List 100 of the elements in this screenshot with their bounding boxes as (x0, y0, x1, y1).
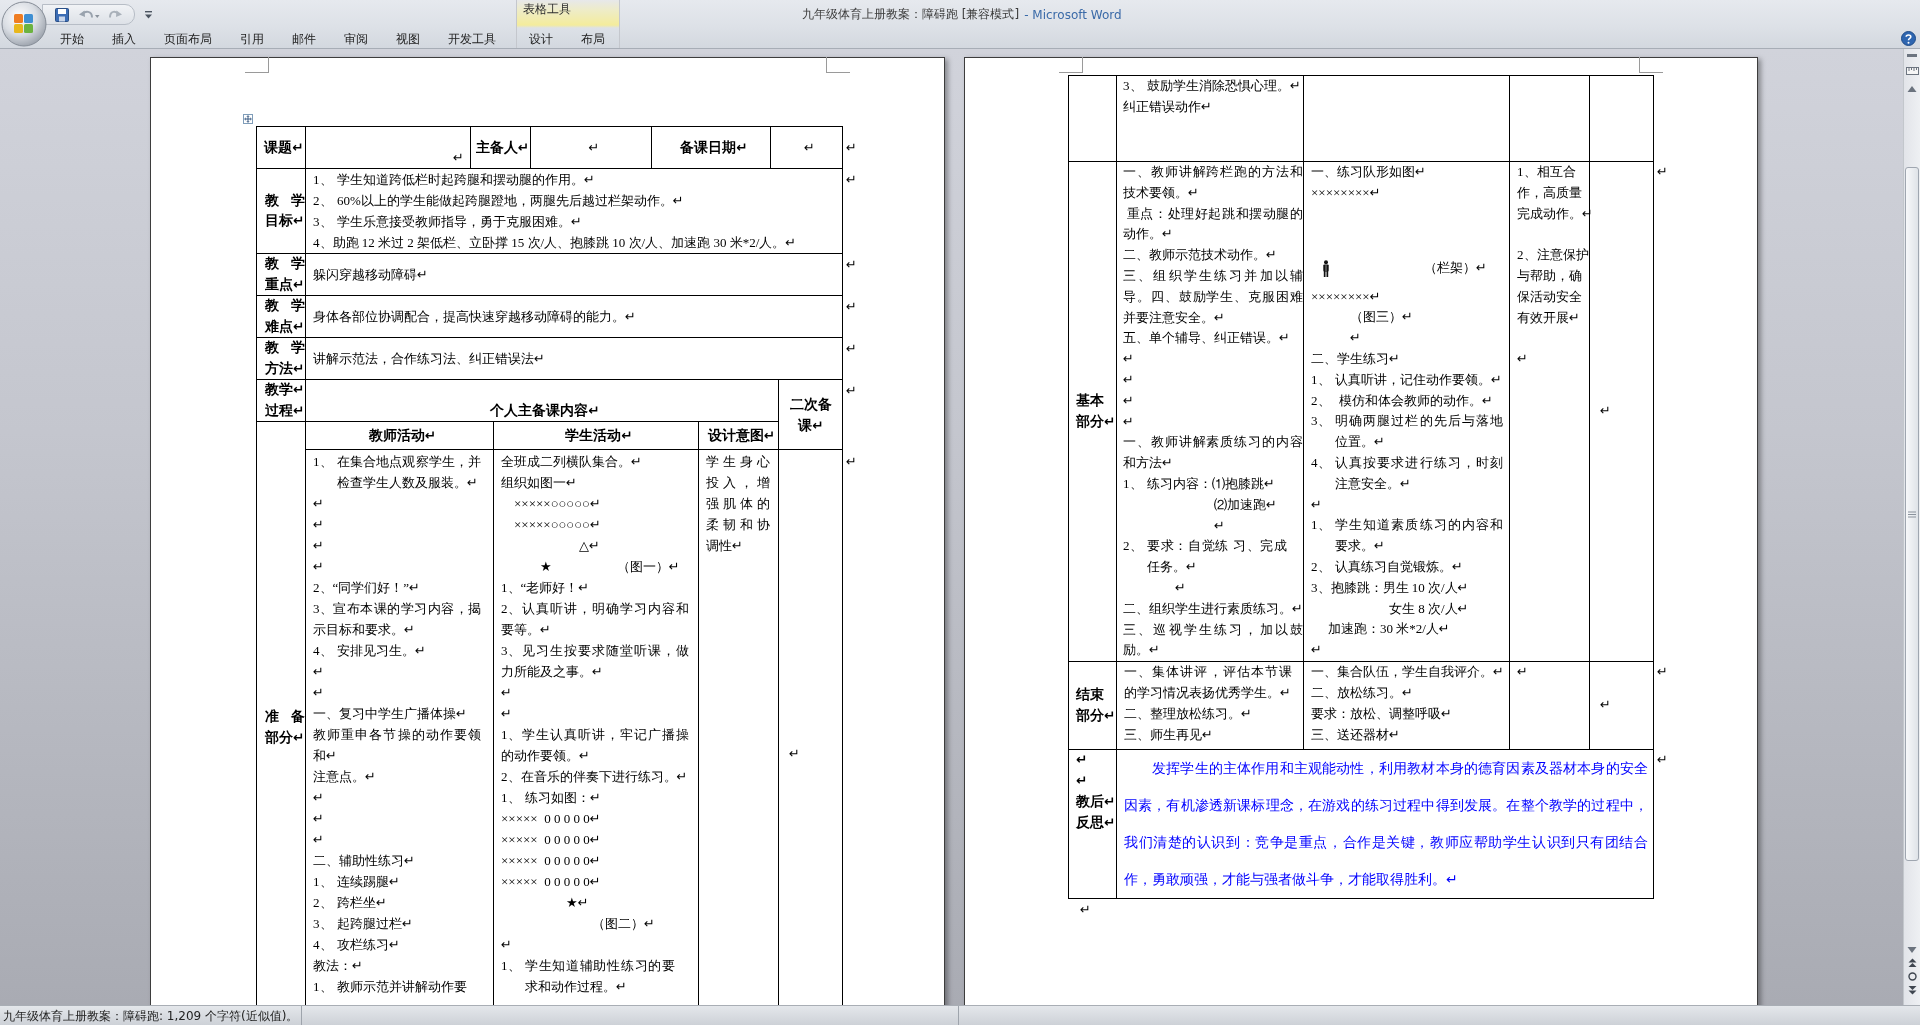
column-header: 设计意图↵ (707, 427, 776, 445)
cell-text: 发挥学生的主体作用和主观能动性，利用教材本身的德育因素及器材本身的安全因素，有机渗透新课标理念，在游戏的练习过程中得到发展。在整个教学的过程中，我们清楚的认识到：竞争是重点，合作是关键，教师应帮助学生认识到只有团结合作，勇敢顽强，才能与强者做斗争，才能取得胜利。↵ (1124, 760, 1648, 890)
corner-mark-icon (245, 57, 269, 73)
field-value: ↵ (588, 139, 600, 157)
column-header: 学生活动↵ (565, 427, 633, 445)
cell-text: ★ （图一）↵ (539, 558, 680, 576)
save-icon[interactable] (55, 7, 69, 22)
ribbon-tab[interactable]: 开发工具 (436, 29, 508, 48)
cell-text: ↵ (1123, 412, 1134, 431)
cell-text: ↵ (313, 537, 324, 555)
cell-text: 一、教师讲解素质练习的内容和方法↵ (1123, 433, 1303, 473)
next-page-icon[interactable] (1907, 985, 1917, 995)
cell-text: ↵ (789, 745, 800, 763)
dropdown-caret-icon[interactable] (144, 9, 153, 20)
cell-text: 1、 在集合地点观察学生，并检查学生人数及服装。↵ (313, 453, 481, 492)
column-header: 二次备课↵ (789, 395, 833, 435)
cell-text: 3、宣布本课的学习内容，揭示目标和要求。↵ (313, 600, 481, 639)
help-icon[interactable] (1900, 31, 1916, 46)
cell-text: ↵ (1517, 350, 1528, 369)
ruler-icon[interactable] (1905, 65, 1919, 77)
corner-mark-icon (1059, 57, 1083, 73)
cell-text: 学生身心投入，增强肌体的柔韧和协调性↵ (706, 453, 770, 555)
cell-text: 1、 学生知道辅助性练习的要求和动作过程。↵ (501, 957, 675, 996)
section-title: 个人主备课内容↵ (490, 402, 600, 420)
cell-text: 二、整理放松练习。↵ (1124, 704, 1252, 723)
field-label: 主备人↵ (475, 139, 530, 157)
cell-text: ××××× 0 0 0 0 0↵ (501, 873, 601, 891)
cell-text: △↵ (578, 537, 600, 555)
paragraph-mark: ↵ (1080, 901, 1091, 920)
row-label: 结束部分↵ (1076, 685, 1116, 725)
cell-text: ↵ (501, 684, 512, 702)
figure-caption: （栏架）↵ (1424, 258, 1487, 277)
row-label: 反思↵ (1076, 813, 1116, 832)
ribbon-tab[interactable]: 视图 (384, 29, 432, 48)
cell-text: 教师重申各节操的动作要领和↵ (313, 726, 481, 765)
cell-text: 2、 模仿和体会教师的动作。↵ (1311, 391, 1493, 410)
row-end-mark: ↵ (846, 170, 857, 189)
office-logo-icon[interactable] (1, 1, 47, 47)
cell-text: ↵ (1517, 663, 1528, 682)
cell-text: ↵ (1349, 329, 1361, 348)
cell-text: 1、“老师好！↵ (501, 579, 590, 597)
cell-text: ××××× 0 0 0 0 0↵ (501, 831, 601, 849)
contextual-group-title: 表格工具 (523, 2, 571, 16)
cell-text: ↵ (1311, 641, 1322, 660)
ribbon-tab[interactable]: 布局 (569, 29, 617, 48)
cell-text: ↵ (313, 558, 324, 576)
cell-text: 二、辅助性练习↵ (313, 852, 415, 870)
cell-text: ××××× 0 0 0 0 0↵ (501, 810, 601, 828)
cell-text: 纠正错误动作↵ (1123, 97, 1212, 116)
cell-text: ↵ (313, 831, 324, 849)
cell-text: ↵ (1600, 696, 1611, 715)
cell-text: 五、单个辅导、纠正错误。↵ (1123, 329, 1290, 348)
browse-object-icon[interactable] (1907, 972, 1917, 981)
corner-mark-icon (826, 57, 850, 73)
cell-text: 三、师生再见↵ (1124, 725, 1213, 744)
ribbon-tab[interactable]: 插入 (100, 29, 148, 48)
cell-text: 3、见习生按要求随堂听课，做力所能及之事。↵ (501, 642, 689, 681)
cell-text: 3、 起跨腿过栏↵ (313, 915, 413, 933)
scroll-up-icon[interactable] (1907, 85, 1917, 93)
cell-text: ⑵加速跑↵ (1213, 495, 1277, 514)
cell-text: 一、集合队伍，学生自我评介。↵ (1311, 663, 1504, 682)
row-label: 教学难点↵ (265, 297, 305, 336)
row-end-mark: ↵ (1657, 162, 1668, 181)
cell-text: 1、学生认真听讲，牢记广播操的动作要领。↵ (501, 726, 689, 765)
cell-text: 三、组织学生练习并加以辅导。四、鼓励学生、克服困难并要注意安全。↵ (1123, 267, 1303, 327)
cell-text: ↵ (1123, 350, 1134, 369)
scroll-down-icon[interactable] (1907, 946, 1917, 954)
cell-text: ↵ (313, 663, 324, 681)
split-handle-icon[interactable] (1907, 53, 1917, 58)
ribbon-tab[interactable]: 审阅 (332, 29, 380, 48)
cell-text: 三、送还器材↵ (1311, 725, 1400, 744)
cell-text: ×××××○○○○○↵ (513, 495, 601, 513)
move-handle-icon[interactable] (243, 114, 253, 124)
cell-text: 二、学生练习↵ (1311, 350, 1400, 368)
ribbon-tab[interactable]: 页面布局 (152, 29, 224, 48)
cell-text: 3、抱膝跳：男生 10 次/人↵ (1311, 578, 1469, 597)
ribbon-tab[interactable]: 邮件 (280, 29, 328, 48)
previous-page-icon[interactable] (1907, 958, 1917, 968)
cell-text: ↵ (313, 789, 324, 807)
cell-text: ↵ (313, 684, 324, 702)
cell-text: ↵ (501, 936, 512, 954)
row-label: 教学重点↵ (265, 255, 305, 294)
corner-mark-icon (1639, 57, 1663, 73)
ribbon-tab[interactable]: 开始 (48, 29, 96, 48)
cell-text: 教法：↵ (313, 957, 363, 975)
cell-text: （图二）↵ (591, 915, 655, 933)
cell-text: 2、注意保护与帮助，确保活动安全有效开展↵ (1517, 246, 1590, 327)
ribbon-tab[interactable]: 引用 (228, 29, 276, 48)
field-value: ↵ (804, 139, 815, 157)
cell-text: 讲解示范法，合作练习法、纠正错误法↵ (313, 350, 545, 368)
ribbon-tab[interactable]: 设计 (517, 29, 565, 48)
cell-text: 1、 练习如图：↵ (501, 789, 601, 807)
scrollbar-thumb[interactable] (1905, 167, 1919, 861)
cell-text: 4、助跑 12 米过 2 架低栏、立卧撑 15 次/人、抱膝跳 10 次/人、加速跑 30 米*2/人。↵ (313, 234, 797, 252)
row-end-mark: ↵ (1657, 662, 1668, 681)
cell-text: 二、组织学生进行素质练习。↵ (1123, 599, 1303, 618)
row-end-mark: ↵ (846, 381, 857, 400)
cell-text: 一、教师讲解跨栏跑的方法和技术要领。↵ (1123, 163, 1303, 202)
cell-text: 4、 攻栏练习↵ (313, 936, 400, 954)
cell-text: 2、“同学们好！”↵ (313, 579, 420, 597)
